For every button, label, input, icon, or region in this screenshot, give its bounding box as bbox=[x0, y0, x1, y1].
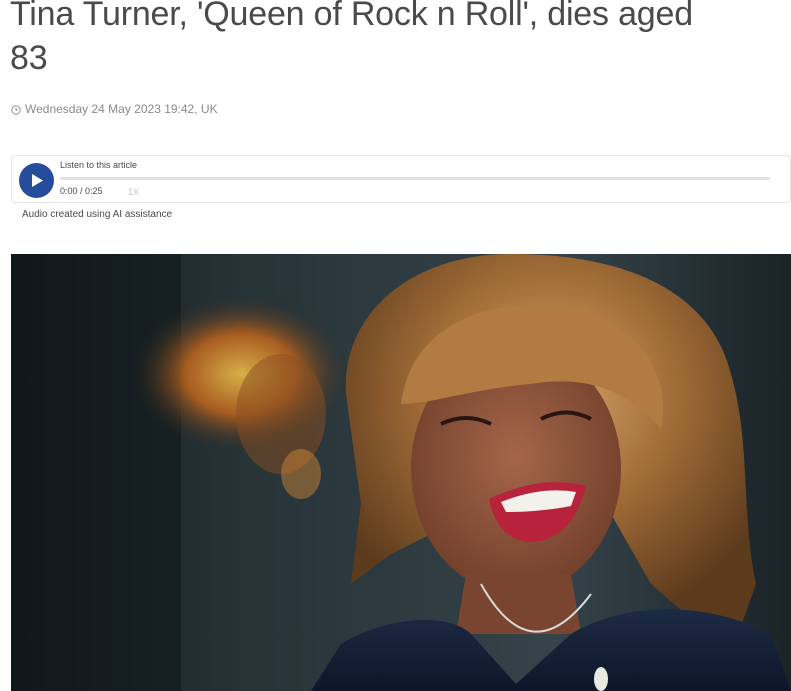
play-button[interactable] bbox=[19, 163, 54, 198]
article-headline: Tina Turner, 'Queen of Rock n Roll', die… bbox=[10, 0, 693, 77]
play-icon bbox=[32, 174, 43, 187]
hero-image bbox=[11, 254, 791, 691]
article-timestamp: Wednesday 24 May 2023 19:42, UK bbox=[25, 102, 218, 116]
article-page: Tina Turner, 'Queen of Rock n Roll', die… bbox=[0, 0, 791, 691]
listen-label: Listen to this article bbox=[60, 160, 138, 170]
clock-icon bbox=[11, 104, 21, 115]
ai-assistance-note: Audio created using AI assistance bbox=[22, 209, 173, 220]
audio-progress-bar[interactable] bbox=[60, 177, 770, 180]
audio-player: Listen to this article 0:00 / 0:25 1X bbox=[11, 155, 791, 203]
playback-speed-button[interactable]: 1X bbox=[128, 187, 139, 197]
audio-time: 0:00 / 0:25 bbox=[60, 186, 103, 196]
article-dateline: Wednesday 24 May 2023 19:42, UK bbox=[11, 102, 218, 116]
